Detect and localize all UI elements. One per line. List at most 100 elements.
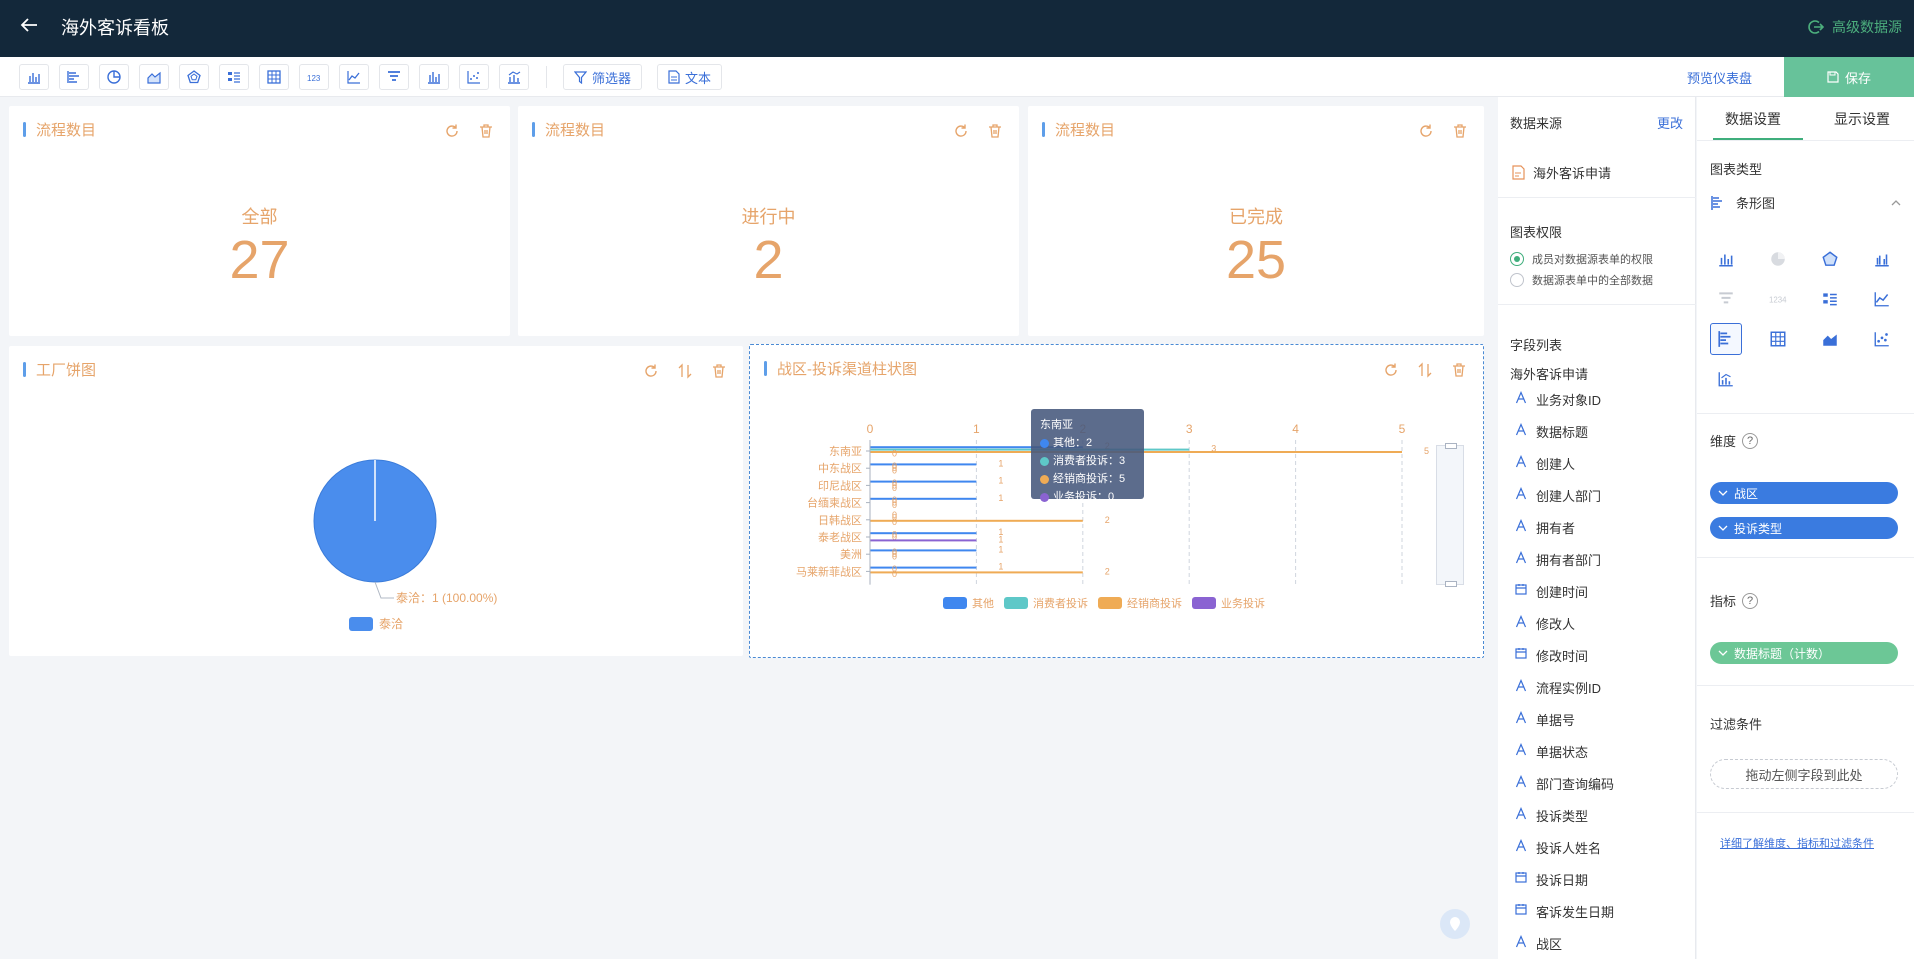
combo-chart-button[interactable] [499, 64, 529, 90]
field-item[interactable]: 修改人 [1514, 614, 1575, 633]
bar-chart-button[interactable] [59, 64, 89, 90]
tab-display-settings[interactable]: 显示设置 [1834, 109, 1890, 129]
type-funnel[interactable] [1710, 283, 1742, 315]
refresh-icon[interactable] [951, 121, 971, 141]
type-radar[interactable] [1814, 243, 1846, 275]
type-area[interactable] [1814, 323, 1846, 355]
legend-item[interactable]: 其他 [943, 595, 994, 611]
help-link[interactable]: 详细了解维度、指标和过滤条件 [1720, 835, 1874, 851]
metric-card-in-progress[interactable]: 流程数目 进行中 2 [518, 106, 1019, 336]
stacked-column-button[interactable] [419, 64, 449, 90]
legend-item[interactable]: 经销商投诉 [1098, 595, 1182, 611]
funnel-chart-button[interactable] [379, 64, 409, 90]
field-item[interactable]: 流程实例ID [1514, 678, 1601, 697]
back-arrow-icon[interactable] [18, 14, 40, 36]
help-icon[interactable]: ? [1742, 432, 1759, 449]
type-scatter[interactable] [1866, 323, 1898, 355]
field-item[interactable]: 战区 [1514, 934, 1562, 953]
title-bar [23, 122, 26, 137]
bar[interactable] [870, 549, 977, 552]
number-card-button[interactable]: 123 [299, 64, 329, 90]
column-chart-button[interactable] [19, 64, 49, 90]
bar[interactable] [870, 571, 1083, 574]
metric-card-completed[interactable]: 流程数目 已完成 25 [1028, 106, 1484, 336]
type-bar-selected[interactable] [1710, 323, 1742, 355]
filter-button[interactable]: 筛选器 [563, 64, 643, 90]
type-detail-table[interactable] [1814, 283, 1846, 315]
save-button[interactable]: 保存 [1784, 57, 1914, 97]
type-grouped-column[interactable] [1866, 243, 1898, 275]
type-pivot-table[interactable] [1762, 323, 1794, 355]
area-chart-button[interactable] [139, 64, 169, 90]
datasource-item[interactable]: 海外客诉申请 [1512, 163, 1611, 182]
change-datasource-link[interactable]: 更改 [1657, 113, 1683, 132]
field-item[interactable]: 单据状态 [1514, 742, 1588, 761]
field-item[interactable]: 投诉人姓名 [1514, 838, 1601, 857]
text-button[interactable]: 文本 [657, 64, 723, 90]
type-combo[interactable] [1710, 363, 1742, 395]
permission-option-all[interactable]: 数据源表单中的全部数据 [1510, 272, 1653, 288]
type-pie[interactable] [1762, 243, 1794, 275]
metric-pill[interactable]: 数据标题（计数） [1710, 642, 1898, 664]
bar[interactable] [870, 480, 977, 483]
field-item[interactable]: 创建人 [1514, 454, 1575, 473]
type-line[interactable] [1866, 283, 1898, 315]
chart-type-select[interactable]: 条形图 [1710, 193, 1902, 212]
field-item[interactable]: 业务对象ID [1514, 390, 1601, 409]
bar[interactable] [870, 566, 977, 569]
field-item[interactable]: 投诉日期 [1514, 870, 1588, 889]
datazoom-slider[interactable] [1436, 443, 1464, 587]
refresh-icon[interactable] [442, 121, 462, 141]
filter-drop-zone[interactable]: 拖动左侧字段到此处 [1710, 759, 1898, 789]
detail-table-button[interactable] [219, 64, 249, 90]
y-tick-label: 台缅柬战区 [807, 496, 862, 510]
type-column[interactable] [1710, 243, 1742, 275]
field-item[interactable]: 投诉类型 [1514, 806, 1588, 825]
field-item[interactable]: 数据标题 [1514, 422, 1588, 441]
pie-chart-card[interactable]: 工厂饼图 泰洽：1 (100.00%) 泰洽 [9, 346, 743, 656]
field-label: 投诉日期 [1536, 873, 1589, 888]
preview-dashboard-link[interactable]: 预览仪表盘 [1687, 68, 1752, 87]
bar[interactable] [870, 539, 977, 542]
pie-legend[interactable]: 泰洽 [349, 615, 403, 632]
legend-item[interactable]: 业务投诉 [1192, 595, 1265, 611]
radar-chart-button[interactable] [179, 64, 209, 90]
permission-option-member[interactable]: 成员对数据源表单的权限 [1510, 251, 1653, 267]
field-item[interactable]: 创建时间 [1514, 582, 1588, 601]
line-chart-button[interactable] [339, 64, 369, 90]
bar[interactable] [870, 532, 977, 535]
location-float-button[interactable] [1440, 909, 1470, 939]
field-item[interactable]: 修改时间 [1514, 646, 1588, 665]
field-item[interactable]: 拥有者部门 [1514, 550, 1601, 569]
delete-icon[interactable] [1450, 121, 1470, 141]
slider-top-handle[interactable] [1445, 443, 1457, 449]
delete-icon[interactable] [985, 121, 1005, 141]
metric-card-all[interactable]: 流程数目 全部 27 [9, 106, 510, 336]
field-item[interactable]: 拥有者 [1514, 518, 1575, 537]
bar-chart-card[interactable]: 战区-投诉渠道柱状图 012345东南亚2350中东战区1000印尼战区1000… [749, 344, 1484, 658]
refresh-icon[interactable] [1416, 121, 1436, 141]
dimension-pill[interactable]: 投诉类型 [1710, 517, 1898, 539]
advanced-datasource-link[interactable]: 高级数据源 [1808, 17, 1902, 37]
field-item[interactable]: 客诉发生日期 [1514, 902, 1614, 921]
field-item[interactable]: 部门查询编码 [1514, 774, 1614, 793]
tab-data-settings[interactable]: 数据设置 [1725, 109, 1781, 129]
pie-chart-button[interactable] [99, 64, 129, 90]
legend-item[interactable]: 消费者投诉 [1004, 595, 1088, 611]
scatter-chart-button[interactable] [459, 64, 489, 90]
dimension-pill[interactable]: 战区 [1710, 482, 1898, 504]
slider-bottom-handle[interactable] [1445, 581, 1457, 587]
x-tick-label: 4 [1292, 422, 1299, 436]
delete-icon[interactable] [476, 121, 496, 141]
radio-selected[interactable] [1510, 252, 1524, 266]
field-item[interactable]: 单据号 [1514, 710, 1575, 729]
bar[interactable] [870, 497, 977, 500]
help-icon[interactable]: ? [1742, 592, 1759, 609]
field-item[interactable]: 创建人部门 [1514, 486, 1601, 505]
bar[interactable] [870, 463, 977, 466]
type-number[interactable]: 12345 [1762, 283, 1794, 315]
radio-unselected[interactable] [1510, 273, 1524, 287]
pivot-table-button[interactable] [259, 64, 289, 90]
text-label: 文本 [685, 70, 712, 86]
bar[interactable] [870, 519, 1083, 522]
